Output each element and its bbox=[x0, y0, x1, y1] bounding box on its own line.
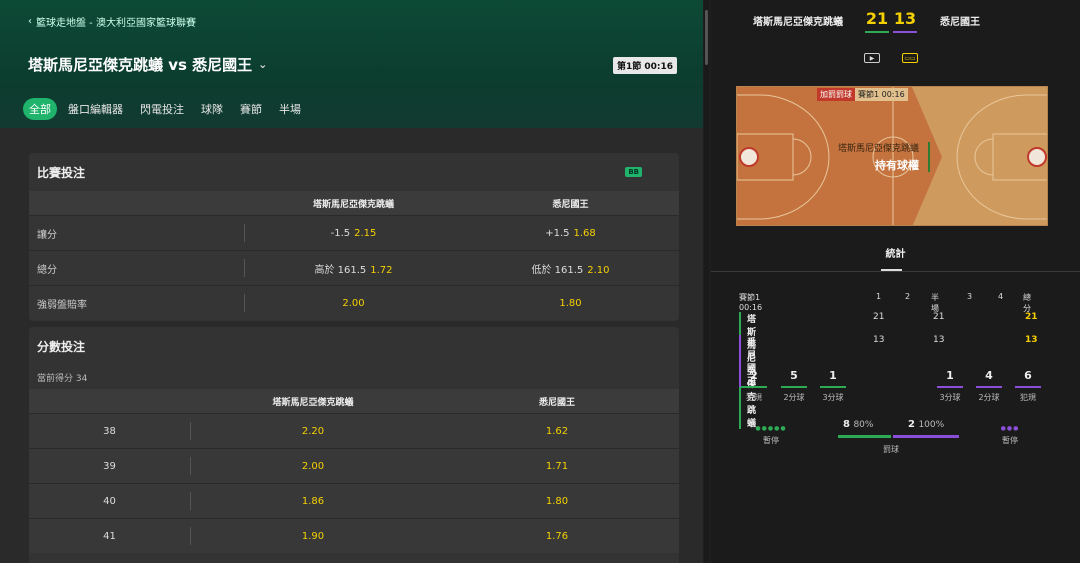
away-three-pointers: 1 3分球 bbox=[937, 369, 963, 403]
market-label: 讓分 bbox=[29, 224, 245, 242]
score-row: 40 1.86 1.80 bbox=[29, 483, 679, 518]
chevron-down-icon: ⌄ bbox=[258, 58, 268, 71]
breadcrumb[interactable]: ‹ 籃球走地盤 - 澳大利亞國家籃球聯賽 bbox=[28, 14, 196, 29]
odds-button[interactable]: 1.90 bbox=[191, 531, 435, 542]
market-row: 強弱盤賠率 2.00 1.80 bbox=[29, 285, 679, 320]
timeout-dots: ●●●●● bbox=[755, 425, 787, 432]
away-timeouts: ●●● 暫停 bbox=[990, 425, 1030, 446]
score-row: 39 2.00 1.71 bbox=[29, 448, 679, 483]
match-header: ‹ 籃球走地盤 - 澳大利亞國家籃球聯賽 塔斯馬尼亞傑克跳蟻 vs 悉尼國王 ⌄… bbox=[0, 0, 703, 128]
app-root: ‹ 籃球走地盤 - 澳大利亞國家籃球聯賽 塔斯馬尼亞傑克跳蟻 vs 悉尼國王 ⌄… bbox=[0, 0, 1080, 563]
column-home: 塔斯馬尼亞傑克跳蟻 bbox=[312, 199, 394, 210]
score-row: 41 1.90 1.76 bbox=[29, 518, 679, 553]
odds-button[interactable]: 2.20 bbox=[191, 426, 435, 437]
tab-half[interactable]: 半場 bbox=[273, 98, 307, 120]
current-score: 當前得分 34 bbox=[37, 373, 88, 384]
home-team-name: 塔斯馬尼亞傑克跳蟻 bbox=[753, 17, 843, 28]
tab-stats[interactable]: 統計 bbox=[711, 245, 1080, 260]
tab-market-editor[interactable]: 盤口編輯器 bbox=[62, 98, 129, 120]
points-value: 40 bbox=[29, 492, 191, 510]
chevron-left-icon: ‹ bbox=[28, 16, 32, 27]
odds-button[interactable]: 1.86 bbox=[191, 496, 435, 507]
home-free-throws: 8 80% bbox=[843, 419, 874, 430]
odds-button[interactable]: 低於 161.5 2.10 bbox=[462, 261, 679, 276]
tab-all[interactable]: 全部 bbox=[23, 98, 57, 120]
odds-button[interactable]: 2.00 bbox=[191, 461, 435, 472]
away-free-throws: 2 100% bbox=[908, 419, 945, 430]
court-view-icon[interactable]: ▭▭ bbox=[902, 53, 918, 63]
media-switch: ▶ ▭▭ bbox=[864, 53, 918, 63]
home-three-pointers: 1 3分球 bbox=[820, 369, 846, 403]
card-title[interactable]: 比賽投注 BB bbox=[29, 153, 679, 191]
scoreboard: 塔斯馬尼亞傑克跳蟻 21 13 悉尼國王 bbox=[711, 0, 1080, 40]
odds-button[interactable]: 1.76 bbox=[435, 531, 679, 542]
market-row: 總分 高於 161.5 1.72 低於 161.5 2.10 bbox=[29, 250, 679, 285]
market-row: 讓分 -1.5 2.15 +1.5 1.68 bbox=[29, 215, 679, 250]
tab-quarters[interactable]: 賽節 bbox=[234, 98, 268, 120]
odds-button[interactable]: +1.5 1.68 bbox=[462, 228, 679, 239]
possession-label: 持有球權 bbox=[875, 159, 919, 172]
bet-builder-badge: BB bbox=[625, 167, 642, 177]
card-title-text: 分數投注 bbox=[37, 339, 86, 354]
odds-button[interactable]: 1.71 bbox=[435, 461, 679, 472]
scrollbar-track[interactable] bbox=[704, 0, 709, 563]
home-timeouts: ●●●●● 暫停 bbox=[751, 425, 791, 446]
court-event-tag: 加罰罰球 賽節1 00:16 bbox=[817, 88, 908, 101]
timeout-dots: ●●● bbox=[1000, 425, 1020, 432]
match-title[interactable]: 塔斯馬尼亞傑克跳蟻 vs 悉尼國王 ⌄ bbox=[28, 54, 267, 75]
match-title-text: 塔斯馬尼亞傑克跳蟻 vs 悉尼國王 bbox=[28, 56, 253, 74]
tab-flash-bet[interactable]: 閃電投注 bbox=[134, 98, 190, 120]
away-free-throw-bar bbox=[893, 435, 959, 438]
event-type: 加罰罰球 bbox=[817, 88, 855, 101]
odds-button[interactable]: 1.80 bbox=[435, 496, 679, 507]
court-visual: 加罰罰球 賽節1 00:16 塔斯馬尼亞傑克跳蟻 持有球權 bbox=[736, 86, 1048, 226]
points-value: 41 bbox=[29, 527, 191, 545]
scrollbar-thumb[interactable] bbox=[705, 10, 708, 65]
divider bbox=[711, 271, 1080, 272]
breadcrumb-label: 籃球走地盤 - 澳大利亞國家籃球聯賽 bbox=[36, 18, 196, 29]
score-bets-card: 分數投注 當前得分 34 塔斯馬尼亞傑克跳蟻 悉尼國王 38 2.20 1.62… bbox=[29, 327, 679, 563]
score-row: 38 2.20 1.62 bbox=[29, 413, 679, 448]
card-title[interactable]: 分數投注 bbox=[29, 327, 679, 365]
home-free-throw-bar bbox=[838, 435, 891, 438]
away-team-name: 悉尼國王 bbox=[940, 17, 980, 28]
odds-button[interactable]: 2.00 bbox=[245, 298, 462, 309]
live-tracker-pane: 塔斯馬尼亞傑克跳蟻 21 13 悉尼國王 ▶ ▭▭ 加罰罰球 賽節1 00:16… bbox=[711, 0, 1080, 563]
column-header: 塔斯馬尼亞傑克跳蟻 悉尼國王 bbox=[29, 191, 679, 215]
event-clock: 賽節1 00:16 bbox=[855, 88, 908, 101]
live-clock-badge: 第1節 00:16 bbox=[612, 57, 677, 74]
free-throw-label: 罰球 bbox=[883, 445, 899, 454]
points-value: 38 bbox=[29, 422, 191, 440]
odds-button[interactable]: 高於 161.5 1.72 bbox=[245, 261, 462, 276]
possession-team: 塔斯馬尼亞傑克跳蟻 bbox=[837, 144, 919, 154]
away-score: 13 bbox=[893, 9, 917, 33]
betting-pane: ‹ 籃球走地盤 - 澳大利亞國家籃球聯賽 塔斯馬尼亞傑克跳蟻 vs 悉尼國王 ⌄… bbox=[0, 0, 703, 563]
column-away: 悉尼國王 bbox=[552, 199, 589, 210]
column-home: 塔斯馬尼亞傑克跳蟻 bbox=[272, 397, 354, 408]
market-tabs: 全部 盤口編輯器 閃電投注 球隊 賽節 半場 bbox=[23, 98, 312, 120]
possession-marker bbox=[928, 142, 930, 172]
play-video-icon[interactable]: ▶ bbox=[864, 53, 880, 63]
odds-button[interactable]: 1.62 bbox=[435, 426, 679, 437]
column-away: 悉尼國王 bbox=[538, 397, 575, 408]
points-value: 39 bbox=[29, 457, 191, 475]
column-header: 塔斯馬尼亞傑克跳蟻 悉尼國王 bbox=[29, 389, 679, 413]
period-label: 賽節1 00:16 bbox=[739, 293, 763, 312]
card-title-text: 比賽投注 bbox=[37, 165, 86, 180]
home-fouls: 2 犯規 bbox=[741, 369, 767, 403]
home-score: 21 bbox=[865, 9, 889, 33]
tab-teams[interactable]: 球隊 bbox=[195, 98, 229, 120]
home-two-pointers: 5 2分球 bbox=[781, 369, 807, 403]
away-two-pointers: 4 2分球 bbox=[976, 369, 1002, 403]
odds-button[interactable]: -1.5 2.15 bbox=[245, 228, 462, 239]
market-label: 強弱盤賠率 bbox=[29, 294, 245, 312]
match-bets-card: 比賽投注 BB 塔斯馬尼亞傑克跳蟻 悉尼國王 讓分 -1.5 2.15 +1.5 1… bbox=[29, 153, 679, 321]
market-label: 總分 bbox=[29, 259, 245, 277]
away-fouls: 6 犯規 bbox=[1015, 369, 1041, 403]
odds-button[interactable]: 1.80 bbox=[462, 298, 679, 309]
